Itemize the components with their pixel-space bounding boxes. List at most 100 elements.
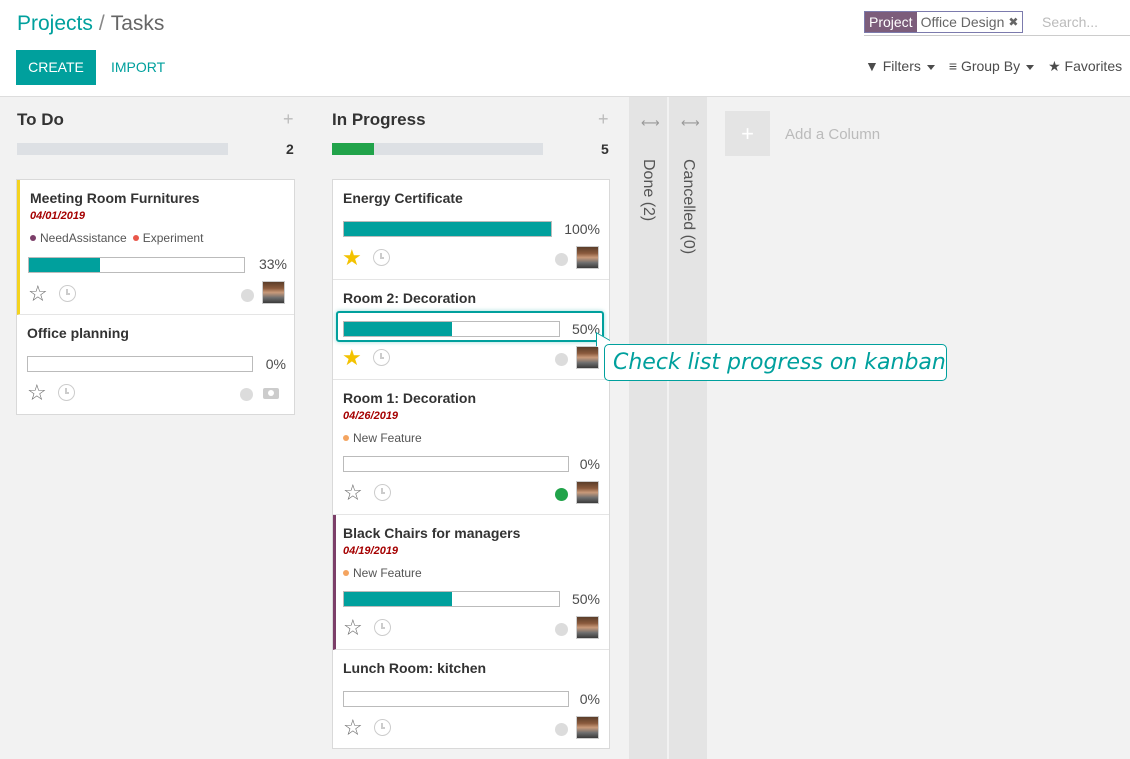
star-icon[interactable]: ☆ (343, 482, 363, 504)
card-title: Room 1: Decoration (343, 390, 477, 406)
kanban-state-dot[interactable] (555, 253, 568, 266)
add-task-icon[interactable]: + (598, 109, 609, 130)
task-card[interactable]: Room 1: Decoration 04/26/2019 New Featur… (333, 380, 609, 515)
column-title: In Progress (332, 110, 426, 129)
task-card[interactable]: Energy Certificate 100% ★ (333, 180, 609, 280)
add-column-label[interactable]: Add a Column (785, 126, 880, 143)
star-icon[interactable]: ☆ (27, 382, 47, 404)
checklist-progress-bar (343, 591, 560, 607)
add-column-plus-icon[interactable]: + (725, 111, 770, 156)
progress-fill (344, 222, 551, 236)
facet-remove-icon[interactable]: ✖ (1008, 12, 1022, 32)
progress-fill (332, 143, 375, 155)
facet-value: Office Design (916, 12, 1009, 32)
card-title: Black Chairs for managers (343, 525, 521, 541)
task-card[interactable]: Meeting Room Furnitures 04/01/2019 NeedA… (17, 180, 294, 315)
annotation-callout: Check list progress on kanban (604, 344, 947, 381)
filter-icon: ▼ (865, 58, 879, 74)
kanban-view: To Do + 2 Meeting Room Furnitures 04/01/… (0, 97, 1130, 759)
group-by-label: Group By (960, 58, 1021, 74)
star-icon[interactable]: ☆ (343, 617, 363, 639)
search-input[interactable]: Search... (1042, 14, 1098, 30)
search-bar[interactable]: Project Office Design ✖ Search... (864, 10, 1130, 36)
add-task-icon[interactable]: + (283, 109, 294, 130)
tag-label: NeedAssistance (40, 231, 127, 245)
user-avatar[interactable] (262, 281, 285, 304)
star-icon: ★ (1048, 58, 1061, 74)
star-icon[interactable]: ★ (342, 347, 362, 369)
folded-column-cancelled[interactable]: ⟷ Cancelled (0) (669, 97, 707, 759)
unfold-arrows-icon[interactable]: ⟷ (681, 115, 700, 131)
tag-label: New Feature (353, 431, 422, 445)
user-avatar[interactable] (576, 716, 599, 739)
tag-dot-icon (132, 234, 139, 241)
kanban-state-dot[interactable] (241, 289, 254, 302)
tag-dot-icon (343, 569, 349, 576)
star-icon[interactable]: ★ (342, 247, 362, 269)
kanban-state-dot[interactable] (555, 723, 568, 736)
task-card[interactable]: Lunch Room: kitchen 0% ☆ (333, 650, 609, 748)
folded-column-label: Cancelled (0) (680, 159, 697, 255)
kanban-state-dot[interactable] (240, 388, 253, 401)
favorites-dropdown[interactable]: ★ Favorites (1048, 58, 1122, 75)
user-avatar[interactable] (576, 346, 599, 369)
kanban-state-dot[interactable] (555, 353, 568, 366)
tag: Experiment (132, 231, 203, 245)
caret-down-icon (1026, 64, 1035, 70)
column-progress-bar (17, 143, 228, 155)
activity-clock-icon[interactable] (374, 619, 391, 636)
unfold-arrows-icon[interactable]: ⟷ (641, 115, 660, 131)
activity-clock-icon[interactable] (373, 349, 390, 366)
column-progress-bar (332, 143, 543, 155)
progress-value: 50% (571, 591, 600, 607)
checklist-progress-bar (28, 257, 245, 273)
task-card[interactable]: Office planning 0% ☆ (17, 315, 294, 414)
folded-column-done[interactable]: ⟷ Done (2) (629, 97, 667, 759)
activity-clock-icon[interactable] (58, 384, 75, 401)
tag-dot-icon (343, 434, 349, 441)
checklist-progress-bar (343, 221, 552, 237)
kanban-state-dot[interactable] (555, 488, 568, 501)
control-panel: Projects / Tasks CREATE IMPORT Project Off… (0, 0, 1130, 97)
card-tags: New Feature (343, 566, 422, 580)
filters-dropdown[interactable]: ▼ Filters (865, 58, 935, 75)
progress-value: 0% (579, 456, 600, 472)
list-icon: ≡ (948, 58, 958, 74)
card-title: Energy Certificate (343, 190, 463, 206)
activity-clock-icon[interactable] (373, 249, 390, 266)
activity-clock-icon[interactable] (374, 719, 391, 736)
user-avatar[interactable] (576, 616, 599, 639)
tag: New Feature (343, 431, 422, 445)
activity-clock-icon[interactable] (374, 484, 391, 501)
card-title: Room 2: Decoration (343, 290, 477, 306)
user-avatar[interactable] (576, 246, 599, 269)
user-avatar[interactable] (576, 481, 599, 504)
create-button[interactable]: CREATE (16, 50, 96, 85)
column-count: 2 (286, 141, 294, 157)
star-icon[interactable]: ☆ (28, 283, 48, 305)
group-by-dropdown[interactable]: ≡ Group By (948, 58, 1035, 75)
progress-value: 0% (579, 691, 600, 707)
card-tags: NeedAssistance Experiment (30, 231, 203, 245)
import-button[interactable]: IMPORT (103, 50, 173, 85)
breadcrumb-projects-link[interactable]: Projects (17, 12, 93, 35)
card-deadline: 04/01/2019 (30, 210, 86, 222)
breadcrumb-separator: / (98, 12, 105, 35)
progress-fill (29, 258, 100, 272)
progress-value: 33% (258, 256, 287, 272)
search-facet: Project Office Design ✖ (864, 11, 1024, 33)
progress-value: 100% (564, 221, 600, 237)
camera-icon[interactable] (263, 385, 281, 399)
task-card[interactable]: Black Chairs for managers 04/19/2019 New… (333, 515, 609, 650)
card-title: Lunch Room: kitchen (343, 660, 487, 676)
caret-down-icon (926, 64, 935, 70)
card-list: Energy Certificate 100% ★ Room 2: Decora… (332, 179, 610, 749)
checklist-progress-bar (27, 356, 253, 372)
kanban-state-dot[interactable] (555, 623, 568, 636)
column-title: To Do (17, 110, 64, 129)
highlight-box (336, 311, 604, 342)
card-tags: New Feature (343, 431, 422, 445)
activity-clock-icon[interactable] (59, 285, 76, 302)
card-title: Office planning (27, 325, 129, 341)
star-icon[interactable]: ☆ (343, 717, 363, 739)
